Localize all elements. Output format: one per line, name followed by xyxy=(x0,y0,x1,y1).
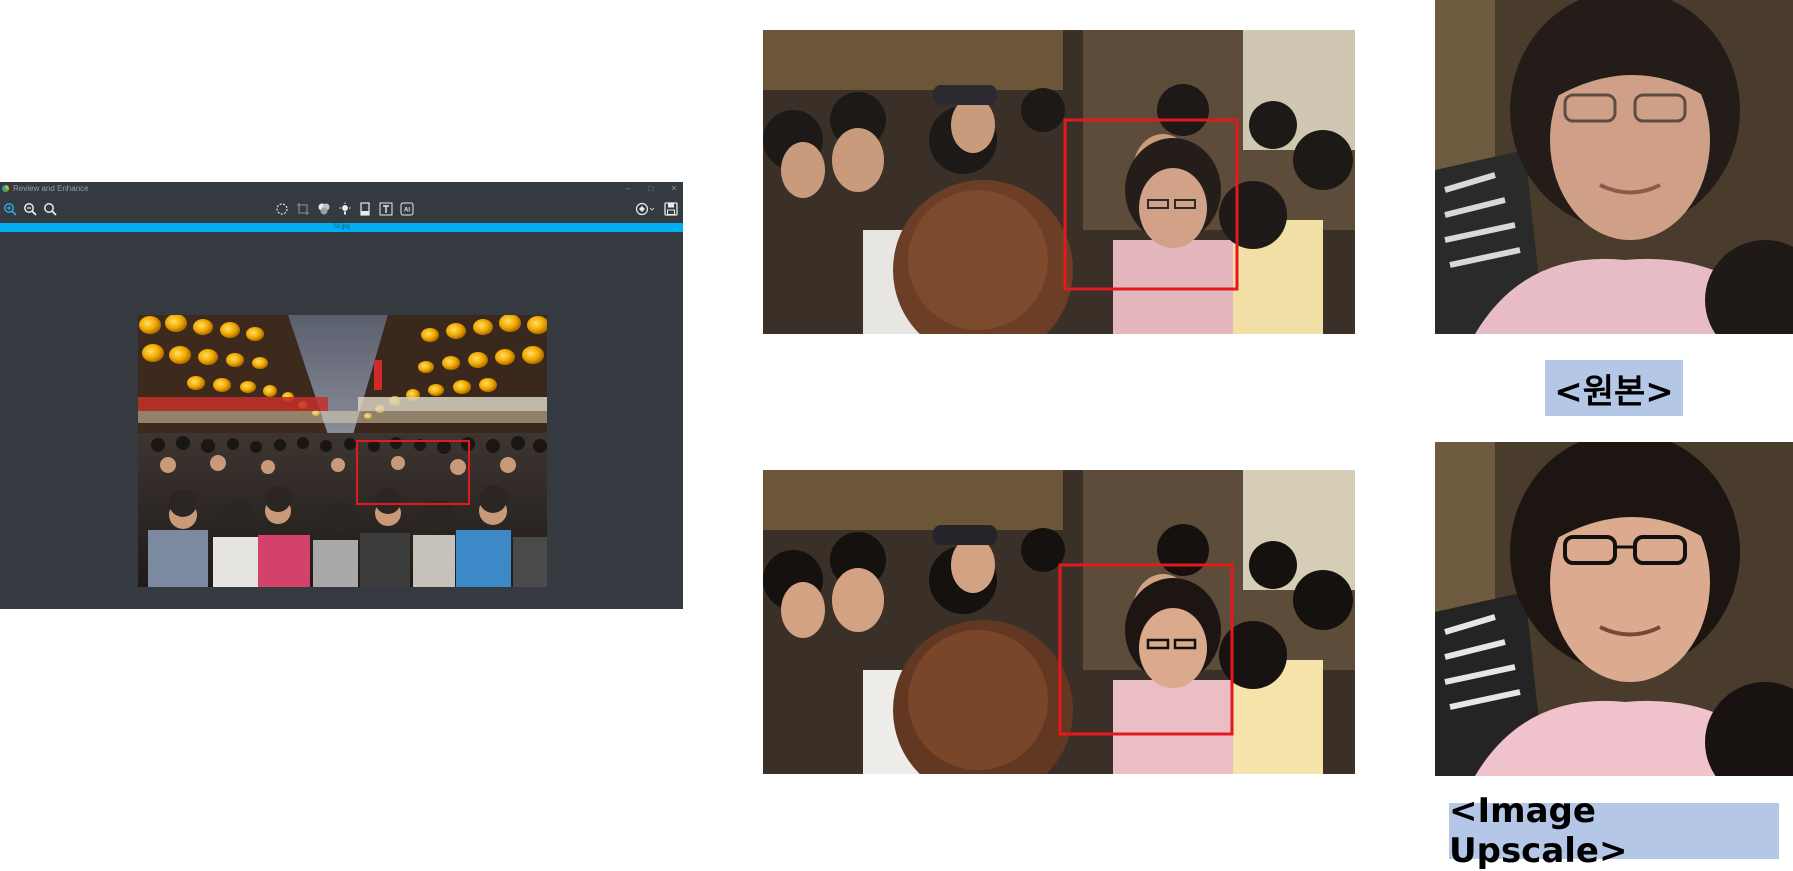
maximize-button[interactable]: □ xyxy=(642,182,660,196)
app-window: Review and Enhance – □ ✕ AI 02.jpg xyxy=(0,182,683,609)
zoom-fit-icon[interactable] xyxy=(42,201,58,217)
upscaled-face-zoom xyxy=(1435,442,1793,776)
title-bar: Review and Enhance – □ ✕ xyxy=(0,182,683,196)
enhance-icon[interactable] xyxy=(634,201,656,217)
file-name-bar: 02.jpg xyxy=(0,223,683,232)
level-icon[interactable] xyxy=(357,201,373,217)
original-label: <원본> xyxy=(1545,360,1683,416)
svg-text:AI: AI xyxy=(404,208,410,214)
upscaled-crop-photo xyxy=(763,470,1355,774)
text-icon[interactable] xyxy=(378,201,394,217)
color-balance-icon[interactable] xyxy=(316,201,332,217)
window-title: Review and Enhance xyxy=(13,184,89,193)
zoom-out-icon[interactable] xyxy=(22,201,38,217)
original-crop-photo xyxy=(763,30,1355,334)
zoom-in-icon[interactable] xyxy=(2,201,18,217)
original-face-zoom xyxy=(1435,0,1793,334)
toolbar: AI xyxy=(0,196,683,223)
preview-photo xyxy=(138,315,547,587)
light-icon[interactable] xyxy=(337,201,353,217)
app-logo-icon xyxy=(2,185,9,192)
close-button[interactable]: ✕ xyxy=(665,182,683,196)
minimize-button[interactable]: – xyxy=(619,182,637,196)
crop-icon[interactable] xyxy=(295,201,311,217)
ai-icon[interactable]: AI xyxy=(399,201,415,217)
lasso-select-icon[interactable] xyxy=(274,201,290,217)
image-canvas[interactable] xyxy=(0,232,683,609)
upscale-label: <Image Upscale> xyxy=(1449,791,1779,871)
save-icon[interactable] xyxy=(663,201,679,217)
